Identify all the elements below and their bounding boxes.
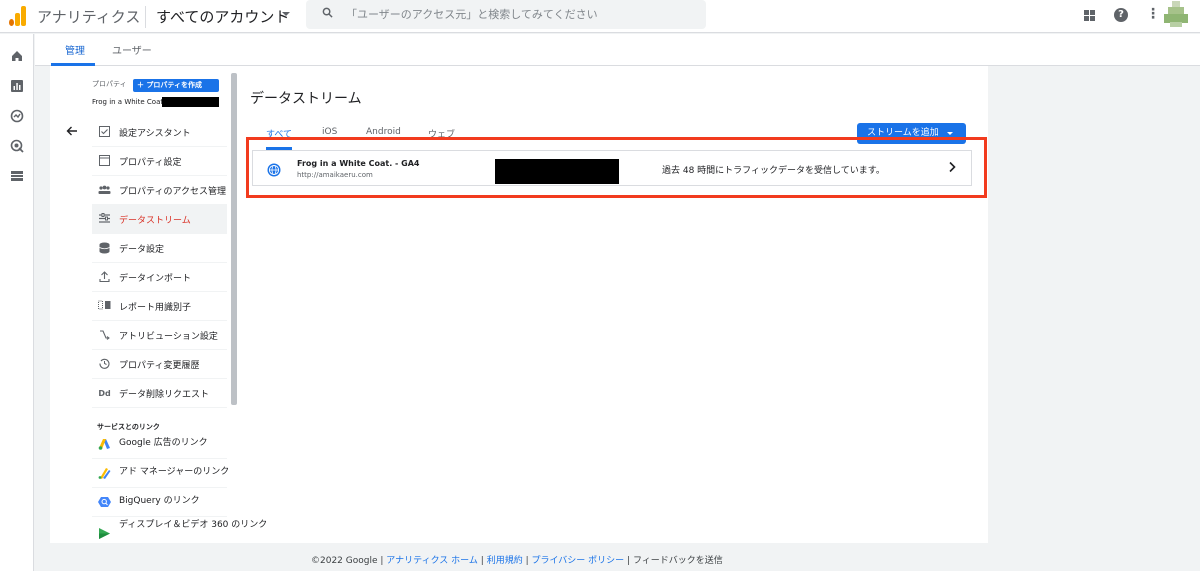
menu-label: プロパティ変更履歴 bbox=[119, 361, 200, 371]
dv360-icon bbox=[98, 527, 111, 540]
link-label: アド マネージャーのリンク bbox=[119, 467, 230, 477]
admin-tab-bar: 管理 ユーザー bbox=[35, 34, 1200, 66]
tab-android[interactable]: Android bbox=[366, 127, 401, 137]
reports-icon[interactable] bbox=[10, 78, 24, 92]
menu-label: レポート用識別子 bbox=[119, 303, 192, 313]
ad-manager-icon bbox=[98, 467, 111, 480]
checkbox-icon bbox=[98, 126, 111, 139]
menu-item-data-import[interactable]: データインポート bbox=[92, 263, 227, 292]
menu-item-report-identity[interactable]: レポート用識別子 bbox=[92, 292, 227, 321]
stream-icon bbox=[98, 213, 111, 226]
footer-link-privacy[interactable]: プライバシー ポリシー bbox=[531, 556, 624, 566]
account-selector[interactable]: すべてのアカウント bbox=[156, 6, 289, 27]
link-item-google-ads[interactable]: Google 広告のリンク bbox=[92, 430, 227, 459]
title-divider bbox=[145, 6, 146, 28]
configure-icon[interactable] bbox=[10, 168, 24, 182]
tab-user[interactable]: ユーザー bbox=[112, 42, 152, 57]
search-box[interactable] bbox=[306, 0, 706, 29]
menu-label: 設定アシスタント bbox=[119, 129, 191, 139]
search-input[interactable] bbox=[346, 5, 686, 23]
apps-grid-icon[interactable] bbox=[1084, 10, 1095, 21]
footer-link-terms[interactable]: 利用規約 bbox=[487, 556, 523, 566]
footer-link-analytics-home[interactable]: アナリティクス ホーム bbox=[386, 556, 478, 566]
help-icon[interactable]: ? bbox=[1114, 8, 1128, 22]
link-item-dv360[interactable]: ディスプレイ＆ビデオ 360 のリンク bbox=[92, 517, 267, 543]
tab-admin[interactable]: 管理 bbox=[65, 42, 85, 57]
bigquery-icon bbox=[98, 496, 111, 509]
menu-label: データインポート bbox=[119, 274, 192, 284]
upload-icon bbox=[98, 271, 111, 284]
menu-label: データ設定 bbox=[119, 245, 165, 255]
advertising-icon[interactable] bbox=[10, 138, 24, 153]
link-label: Google 広告のリンク bbox=[119, 438, 208, 448]
property-label: プロパティ bbox=[92, 80, 127, 88]
create-property-button[interactable]: ＋ プロパティを作成 bbox=[133, 79, 219, 92]
home-icon[interactable] bbox=[10, 48, 24, 62]
google-ads-icon bbox=[98, 438, 111, 451]
link-label: ディスプレイ＆ビデオ 360 のリンク bbox=[119, 520, 268, 530]
avatar[interactable] bbox=[1164, 1, 1190, 27]
menu-item-property-settings[interactable]: プロパティ設定 bbox=[92, 147, 227, 176]
caret-down-icon bbox=[947, 132, 953, 135]
footer-feedback-link[interactable]: フィードバックを送信 bbox=[633, 556, 723, 566]
app-title: アナリティクス bbox=[37, 8, 141, 26]
left-nav-rail bbox=[0, 34, 34, 571]
menu-item-data-streams[interactable]: データストリーム bbox=[92, 205, 227, 234]
highlight-annotation bbox=[246, 137, 987, 198]
footer-copyright: ©2022 Google bbox=[311, 556, 378, 566]
people-icon bbox=[98, 184, 111, 197]
link-label: BigQuery のリンク bbox=[119, 496, 200, 506]
more-vert-icon[interactable]: ⋮ bbox=[1146, 7, 1160, 21]
identifier-icon bbox=[98, 300, 111, 313]
page-title: データストリーム bbox=[250, 91, 362, 107]
redaction-box bbox=[162, 97, 219, 107]
caret-down-icon[interactable] bbox=[282, 12, 290, 16]
dd-icon: Dd bbox=[98, 389, 111, 398]
menu-label: データストリーム bbox=[119, 216, 191, 226]
menu-item-property-access[interactable]: プロパティのアクセス管理 bbox=[92, 176, 227, 205]
menu-label: プロパティ設定 bbox=[119, 158, 182, 168]
top-bar: アナリティクス すべてのアカウント ? ⋮ bbox=[0, 0, 1200, 33]
menu-label: データ削除リクエスト bbox=[119, 390, 210, 400]
link-item-bigquery[interactable]: BigQuery のリンク bbox=[92, 488, 227, 517]
search-icon bbox=[322, 7, 333, 22]
property-column: プロパティ ＋ プロパティを作成 Frog in a White Coat. -… bbox=[50, 66, 267, 543]
sidebar-scrollbar[interactable] bbox=[231, 73, 237, 405]
tab-ios[interactable]: iOS bbox=[322, 127, 337, 137]
menu-item-data-settings[interactable]: データ設定 bbox=[92, 234, 227, 263]
menu-item-data-deletion[interactable]: Dd データ削除リクエスト bbox=[92, 379, 227, 408]
property-selector[interactable]: Frog in a White Coat. - bbox=[92, 98, 170, 106]
back-arrow-icon[interactable] bbox=[65, 124, 83, 142]
link-item-ad-manager[interactable]: アド マネージャーのリンク bbox=[92, 459, 230, 488]
footer: ©2022 Google | アナリティクス ホーム | 利用規約 | プライバ… bbox=[311, 556, 723, 566]
explore-icon[interactable] bbox=[10, 108, 24, 123]
menu-item-change-history[interactable]: プロパティ変更履歴 bbox=[92, 350, 227, 379]
history-icon bbox=[98, 358, 111, 371]
analytics-logo-icon[interactable] bbox=[9, 6, 27, 26]
menu-label: プロパティのアクセス管理 bbox=[119, 187, 227, 197]
attribution-icon bbox=[98, 329, 111, 342]
menu-item-setup-assistant[interactable]: 設定アシスタント bbox=[92, 118, 227, 147]
menu-item-attribution-settings[interactable]: アトリビューション設定 bbox=[92, 321, 227, 350]
database-icon bbox=[98, 242, 111, 255]
menu-label: アトリビューション設定 bbox=[119, 332, 218, 342]
window-icon bbox=[98, 155, 111, 168]
